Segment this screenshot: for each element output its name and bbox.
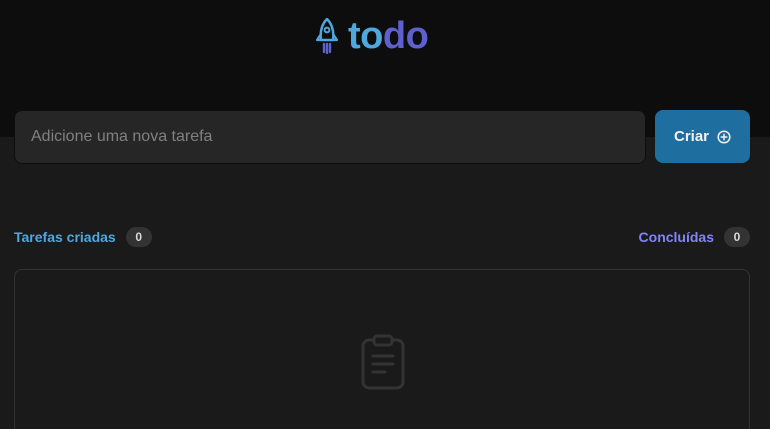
new-task-input[interactable]: [14, 110, 646, 164]
create-task-button[interactable]: Criar: [655, 110, 750, 163]
created-tasks-counter: Tarefas criadas 0: [14, 226, 152, 248]
logo-text-do: do: [382, 15, 429, 57]
created-tasks-label: Tarefas criadas: [14, 229, 116, 245]
plus-circle-icon: [717, 129, 731, 144]
app-logo: todo: [316, 14, 429, 58]
created-tasks-count: 0: [125, 227, 152, 247]
logo-text-to: to: [348, 15, 383, 57]
rocket-icon: [316, 18, 338, 54]
clipboard-icon: [361, 334, 405, 390]
create-button-label: Criar: [673, 128, 710, 145]
completed-tasks-count: 0: [724, 227, 750, 247]
completed-tasks-label: Concluídas: [638, 229, 714, 245]
completed-tasks-counter: Concluídas 0: [639, 226, 750, 248]
task-list: [14, 269, 750, 429]
logo-wordmark: todo: [348, 14, 429, 58]
